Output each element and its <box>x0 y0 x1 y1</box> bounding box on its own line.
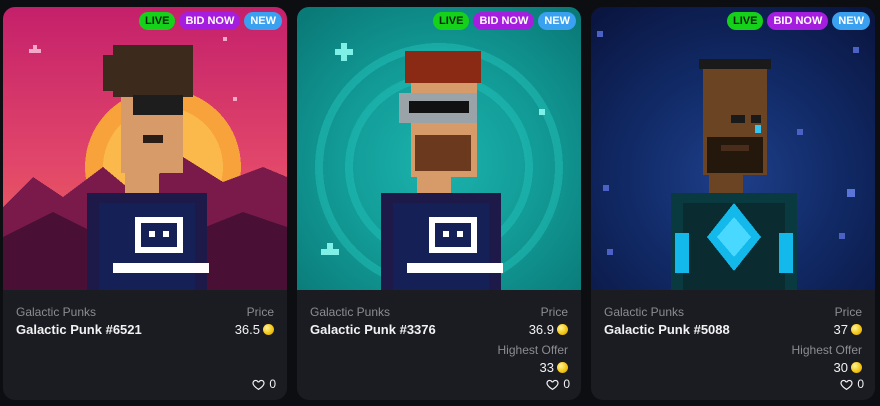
nft-name[interactable]: Galactic Punk #5088 <box>604 322 730 337</box>
nft-artwork <box>297 7 581 290</box>
nft-card-grid: LIVE BID NOW NEW Galactic Punks Galactic… <box>0 0 880 406</box>
price-label: Price <box>246 305 274 319</box>
nft-card[interactable]: LIVE BID NOW NEW Galactic Punks Galactic… <box>591 7 875 400</box>
card-info: Galactic Punks Galactic Punk #6521 Price… <box>3 290 287 400</box>
price-amount: 37 <box>833 322 848 337</box>
collection-name: Galactic Punks <box>310 305 391 319</box>
new-badge: NEW <box>832 12 870 30</box>
nft-artwork <box>591 7 875 290</box>
price-value: 37 <box>834 322 862 337</box>
price-label: Price <box>834 305 862 319</box>
gold-coin-icon <box>851 324 862 335</box>
like-button[interactable]: 0 <box>546 377 570 391</box>
badge-group: LIVE BID NOW NEW <box>432 12 576 30</box>
highest-offer-label: Highest Offer <box>791 343 862 357</box>
gold-coin-icon <box>557 324 568 335</box>
nft-name[interactable]: Galactic Punk #6521 <box>16 322 142 337</box>
heart-icon <box>546 379 559 390</box>
price-label: Price <box>540 305 568 319</box>
heart-icon <box>252 379 265 390</box>
like-button[interactable]: 0 <box>252 377 276 391</box>
nft-name[interactable]: Galactic Punk #3376 <box>310 322 436 337</box>
badge-group: LIVE BID NOW NEW <box>138 12 282 30</box>
bid-now-badge[interactable]: BID NOW <box>767 12 829 30</box>
nft-card[interactable]: LIVE BID NOW NEW Galactic Punks Galactic… <box>297 7 581 400</box>
highest-offer-amount: 33 <box>539 360 554 375</box>
like-count: 0 <box>563 377 570 391</box>
new-badge: NEW <box>538 12 576 30</box>
live-badge: LIVE <box>432 12 470 30</box>
bid-now-badge[interactable]: BID NOW <box>473 12 535 30</box>
highest-offer-value: 30 <box>834 360 862 375</box>
live-badge: LIVE <box>138 12 176 30</box>
heart-icon <box>840 379 853 390</box>
price-value: 36.5 <box>235 322 274 337</box>
price-value: 36.9 <box>529 322 568 337</box>
gold-coin-icon <box>557 362 568 373</box>
price-amount: 36.9 <box>528 322 554 337</box>
highest-offer-amount: 30 <box>833 360 848 375</box>
gold-coin-icon <box>851 362 862 373</box>
badge-group: LIVE BID NOW NEW <box>726 12 870 30</box>
highest-offer-label: Highest Offer <box>497 343 568 357</box>
collection-name: Galactic Punks <box>16 305 97 319</box>
bid-now-badge[interactable]: BID NOW <box>179 12 241 30</box>
like-button[interactable]: 0 <box>840 377 864 391</box>
collection-name: Galactic Punks <box>604 305 685 319</box>
new-badge: NEW <box>244 12 282 30</box>
nft-card[interactable]: LIVE BID NOW NEW Galactic Punks Galactic… <box>3 7 287 400</box>
highest-offer-value: 33 <box>540 360 568 375</box>
gold-coin-icon <box>263 324 274 335</box>
price-amount: 36.5 <box>234 322 260 337</box>
card-info: Galactic Punks Galactic Punk #5088 Price… <box>591 290 875 400</box>
nft-artwork <box>3 7 287 290</box>
live-badge: LIVE <box>726 12 764 30</box>
like-count: 0 <box>269 377 276 391</box>
like-count: 0 <box>857 377 864 391</box>
card-info: Galactic Punks Galactic Punk #3376 Price… <box>297 290 581 400</box>
